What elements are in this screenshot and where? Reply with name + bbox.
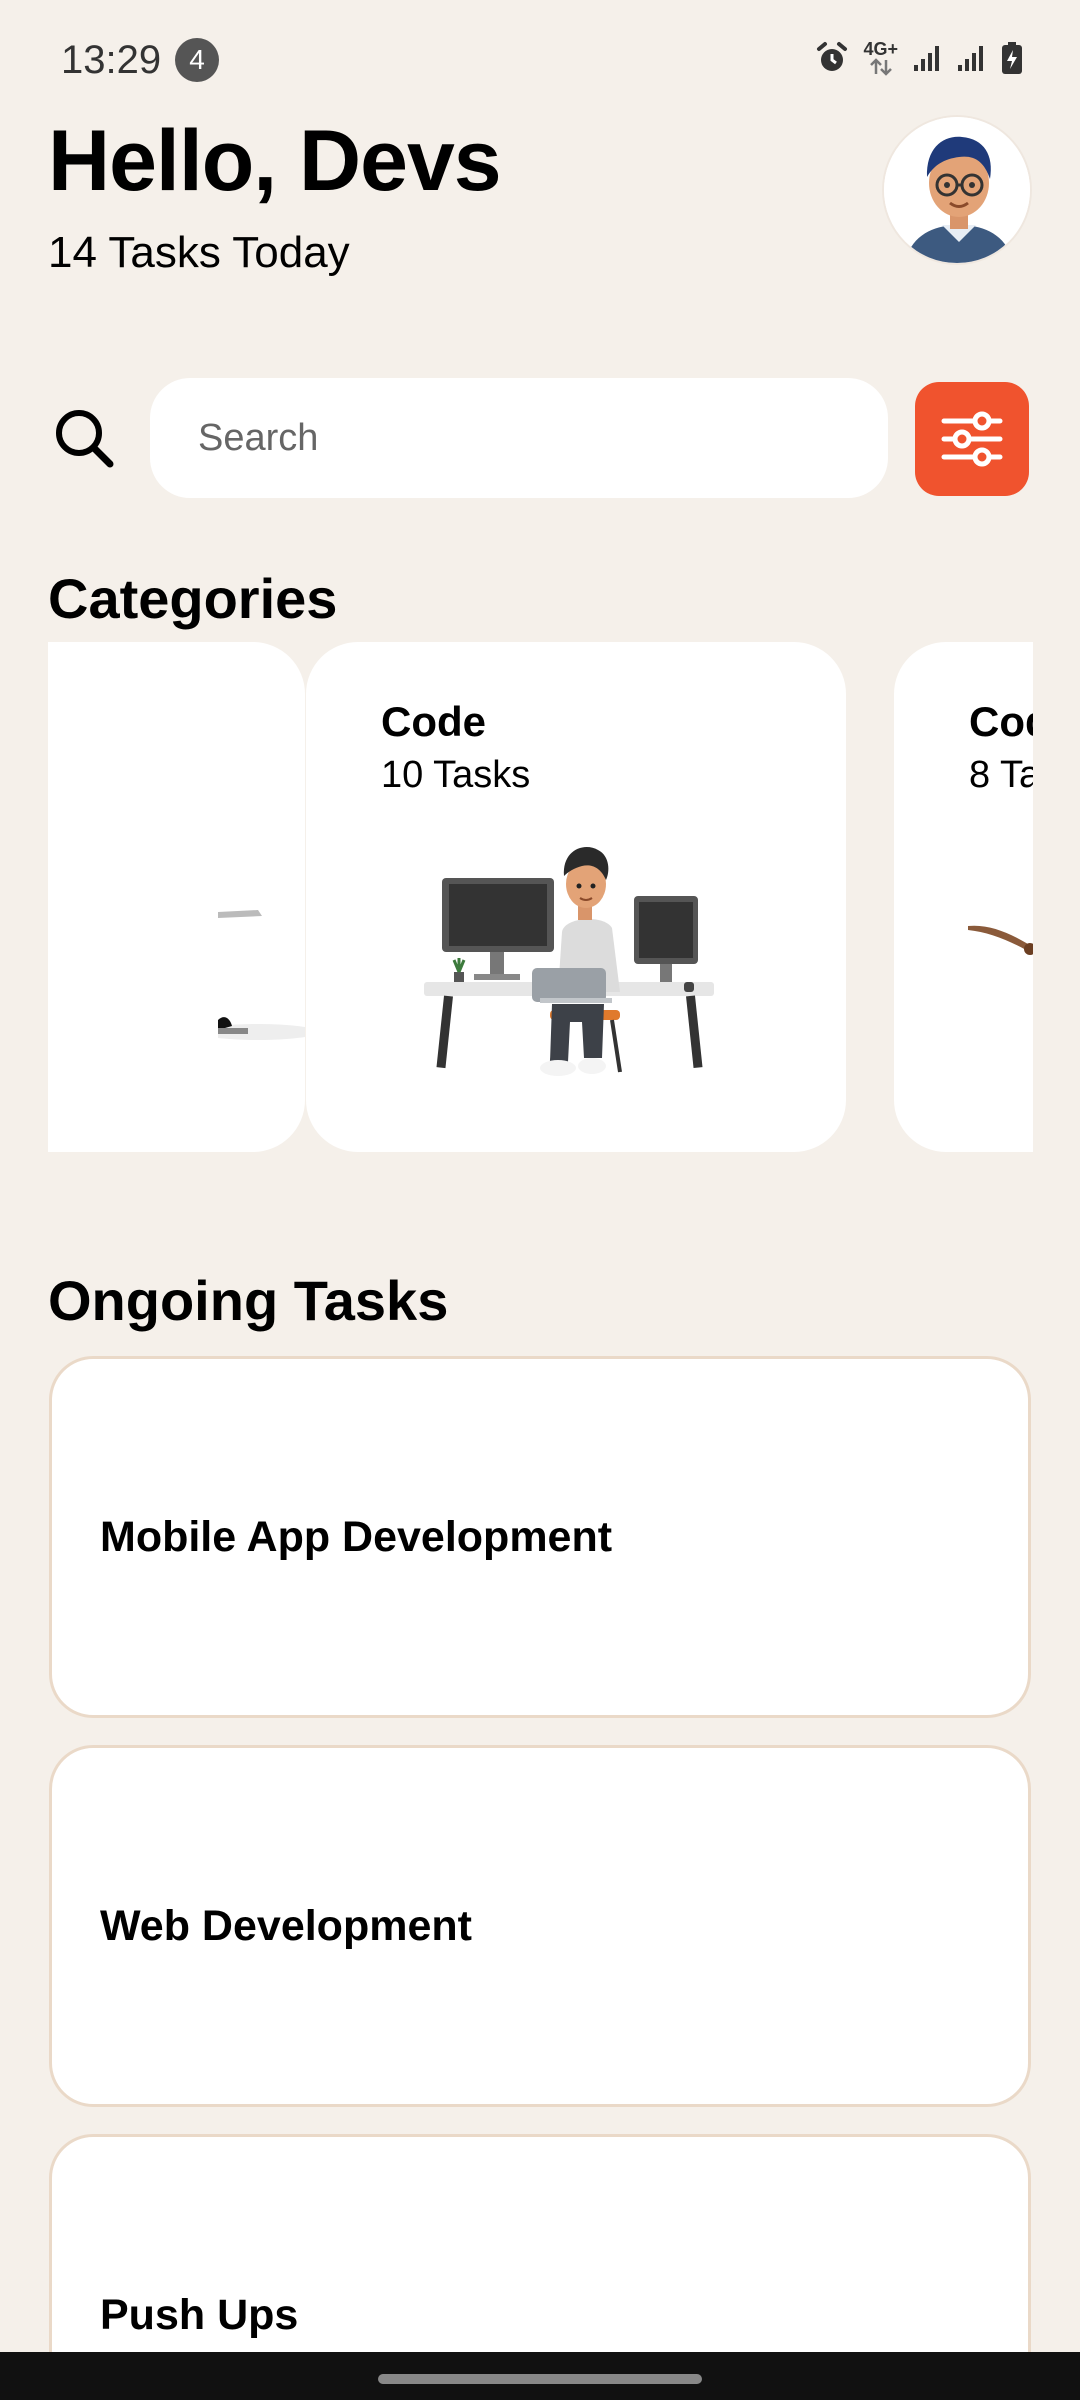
app-screen: 13:29 4 4G+ Hello, Devs 14 Tasks Today S… xyxy=(0,0,1080,2400)
tasks-today-subtitle: 14 Tasks Today xyxy=(48,228,350,277)
category-illustration xyxy=(218,910,305,1040)
ongoing-tasks-title: Ongoing Tasks xyxy=(48,1269,449,1332)
category-task-count: 10 Tasks xyxy=(381,754,531,796)
category-name: Cod xyxy=(969,698,1033,745)
avatar[interactable] xyxy=(882,115,1032,265)
category-task-count: 8 Ta xyxy=(969,754,1033,796)
categories-title: Categories xyxy=(48,567,338,630)
category-card[interactable]: Cod 8 Ta xyxy=(894,642,1033,1152)
category-illustration xyxy=(968,925,1033,955)
search-icon[interactable] xyxy=(52,406,116,470)
notification-count-badge: 4 xyxy=(175,38,219,82)
task-card[interactable]: Web Development xyxy=(49,1745,1031,2107)
home-gesture-handle[interactable] xyxy=(378,2374,702,2384)
task-name: Web Development xyxy=(100,1902,472,1950)
sliders-icon xyxy=(941,411,1003,467)
category-name: Code xyxy=(381,698,486,745)
status-time: 13:29 xyxy=(61,38,162,82)
task-name: Mobile App Development xyxy=(100,1513,613,1561)
avatar-illustration xyxy=(884,117,1030,263)
battery-charging-icon xyxy=(1000,41,1024,75)
status-icons: 4G+ xyxy=(815,40,1024,76)
network-type-icon: 4G+ xyxy=(863,40,898,76)
task-card[interactable]: Mobile App Development xyxy=(49,1356,1031,1718)
signal-icon xyxy=(956,43,986,73)
search-input[interactable] xyxy=(150,378,888,498)
status-bar: 13:29 4 4G+ xyxy=(0,0,1080,110)
developer-at-desk-illustration xyxy=(424,847,714,1076)
signal-icon xyxy=(912,43,942,73)
categories-carousel[interactable]: Code 10 Tasks Co 8 Ta xyxy=(48,642,1033,1152)
alarm-icon xyxy=(815,41,849,75)
navigation-bar xyxy=(0,2352,1080,2400)
category-card[interactable]: Code 10 Tasks xyxy=(306,642,846,1152)
filter-button[interactable] xyxy=(915,382,1029,496)
greeting-title: Hello, Devs xyxy=(48,113,502,209)
category-card[interactable] xyxy=(48,642,305,1152)
